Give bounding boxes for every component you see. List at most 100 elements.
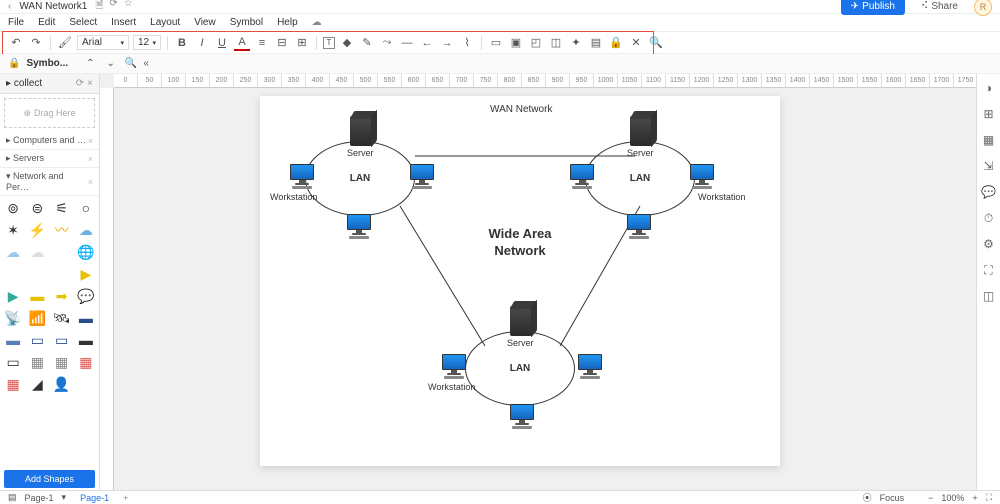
- menu-help[interactable]: Help: [277, 17, 298, 28]
- shape-switch2[interactable]: ▭: [51, 330, 73, 350]
- search-button[interactable]: 🔍: [648, 35, 664, 51]
- text-color-button[interactable]: A: [234, 35, 250, 51]
- history-panel-icon[interactable]: ⏱: [977, 210, 1000, 226]
- shape-firewall1[interactable]: ▦: [75, 352, 97, 372]
- font-size-select[interactable]: 12▾: [133, 35, 161, 50]
- shape-wave[interactable]: 〰: [51, 220, 73, 240]
- menu-symbol[interactable]: Symbol: [230, 17, 263, 28]
- shape-blank5[interactable]: [75, 374, 97, 394]
- section-network[interactable]: ▾ Network and Per…×: [0, 168, 99, 196]
- fit-icon[interactable]: ⛶: [986, 492, 992, 503]
- workstation-3c[interactable]: [508, 404, 536, 428]
- arrow-end-button[interactable]: →: [439, 35, 455, 51]
- section-servers[interactable]: ▸ Servers×: [0, 150, 99, 168]
- shape-cloud3[interactable]: ☁: [26, 242, 48, 262]
- canvas-page[interactable]: WAN Network Wide AreaNetwork LAN Server …: [260, 96, 780, 466]
- workstation-1a[interactable]: [288, 164, 316, 188]
- avatar[interactable]: R: [974, 0, 992, 16]
- shape-rack1[interactable]: ▦: [26, 352, 48, 372]
- line-jump-button[interactable]: ⌇: [459, 35, 475, 51]
- line-style-button[interactable]: —: [399, 35, 415, 51]
- zoom-level[interactable]: 100%: [941, 493, 964, 503]
- comment-icon[interactable]: 💬: [977, 184, 1000, 200]
- history-icon[interactable]: ⟳: [109, 0, 117, 15]
- shape-device[interactable]: ◢: [26, 374, 48, 394]
- collapse-icon[interactable]: «: [143, 58, 149, 69]
- shape-blank6[interactable]: [2, 396, 24, 416]
- document-name[interactable]: WAN Network1: [19, 1, 87, 12]
- add-shapes-button[interactable]: Add Shapes: [4, 470, 95, 488]
- search-symbol-icon[interactable]: 🔍: [125, 58, 137, 69]
- align-button[interactable]: ≡: [254, 35, 270, 51]
- add-page-button[interactable]: +: [123, 493, 128, 503]
- server-3[interactable]: [510, 306, 532, 336]
- text-tool-button[interactable]: T: [323, 37, 335, 49]
- shape-router1[interactable]: ▬: [75, 308, 97, 328]
- settings-panel-icon[interactable]: ⚙: [977, 236, 1000, 252]
- shape-tri1[interactable]: ▶: [75, 264, 97, 284]
- shape-arrow[interactable]: ➡: [51, 286, 73, 306]
- shape-tri2[interactable]: ▶: [2, 286, 24, 306]
- refresh-icon[interactable]: ⟳: [76, 78, 84, 89]
- page-tab-1[interactable]: Page-1: [74, 493, 115, 503]
- shape-blank7[interactable]: [26, 396, 48, 416]
- align-v-button[interactable]: ⊞: [294, 35, 310, 51]
- shape-bar[interactable]: ▬: [26, 286, 48, 306]
- save-icon[interactable]: 🗎: [95, 0, 103, 15]
- workstation-2a[interactable]: [568, 164, 596, 188]
- shape-firewall2[interactable]: ▦: [2, 374, 24, 394]
- settings-button[interactable]: ✦: [568, 35, 584, 51]
- chart-button[interactable]: ◫: [548, 35, 564, 51]
- drag-here-area[interactable]: ⊕ Drag Here: [4, 98, 95, 128]
- workstation-3a[interactable]: [440, 354, 468, 378]
- zoom-in-button[interactable]: +: [972, 493, 977, 503]
- target-icon[interactable]: ⦿: [863, 491, 872, 504]
- share-button[interactable]: ⠪ Share: [913, 0, 966, 15]
- focus-label[interactable]: Focus: [880, 493, 905, 503]
- shape-blank4[interactable]: [51, 264, 73, 284]
- canvas-area[interactable]: 0501001502002503003504004505005506006507…: [100, 74, 976, 490]
- italic-button[interactable]: I: [194, 35, 210, 51]
- workstation-2b[interactable]: [688, 164, 716, 188]
- connector-button[interactable]: ⤳: [379, 35, 395, 51]
- menu-view[interactable]: View: [194, 17, 216, 28]
- lock-icon[interactable]: 🔒: [8, 58, 20, 69]
- menu-edit[interactable]: Edit: [38, 17, 55, 28]
- lock-button[interactable]: 🔒: [608, 35, 624, 51]
- shape-callout[interactable]: 💬: [75, 286, 97, 306]
- menu-layout[interactable]: Layout: [150, 17, 180, 28]
- tools-button[interactable]: ✕: [628, 35, 644, 51]
- publish-button[interactable]: ✈ Publish: [841, 0, 905, 15]
- bold-button[interactable]: B: [174, 35, 190, 51]
- shape-blank1[interactable]: [51, 242, 73, 262]
- shape-switch1[interactable]: ▭: [26, 330, 48, 350]
- shape-blank2[interactable]: [2, 264, 24, 284]
- shape-oval-grid[interactable]: ⊜: [26, 198, 48, 218]
- server-2[interactable]: [630, 116, 652, 146]
- shape-cloud2[interactable]: ☁: [2, 242, 24, 262]
- shape-rack2[interactable]: ▦: [51, 352, 73, 372]
- shape-antenna[interactable]: 📶: [26, 308, 48, 328]
- shape-router2[interactable]: ▬: [2, 330, 24, 350]
- shape-button[interactable]: ▭: [488, 35, 504, 51]
- workstation-1c[interactable]: [345, 214, 373, 238]
- workstation-1b[interactable]: [408, 164, 436, 188]
- shape-circle[interactable]: ○: [75, 198, 97, 218]
- shape-blank3[interactable]: [26, 264, 48, 284]
- menu-select[interactable]: Select: [69, 17, 97, 28]
- sidebar-tab-collect[interactable]: ▸ collect ⟳×: [0, 74, 99, 94]
- shape-flash[interactable]: ⚟: [51, 198, 73, 218]
- redo-button[interactable]: ↷: [28, 35, 44, 51]
- shape-globe[interactable]: 🌐: [75, 242, 97, 262]
- collapse-up-icon[interactable]: ⌃: [86, 58, 94, 69]
- grid-icon[interactable]: ⊞: [977, 106, 1000, 122]
- back-button[interactable]: ‹: [8, 1, 11, 12]
- shape-satellite[interactable]: 📡: [2, 308, 24, 328]
- shape-dish[interactable]: 🛰: [51, 308, 73, 328]
- undo-button[interactable]: ↶: [8, 35, 24, 51]
- export-icon[interactable]: ⇲: [977, 158, 1000, 174]
- shape-ring[interactable]: ⊚: [2, 198, 24, 218]
- menu-insert[interactable]: Insert: [111, 17, 136, 28]
- layers-button[interactable]: ▤: [588, 35, 604, 51]
- workstation-3b[interactable]: [576, 354, 604, 378]
